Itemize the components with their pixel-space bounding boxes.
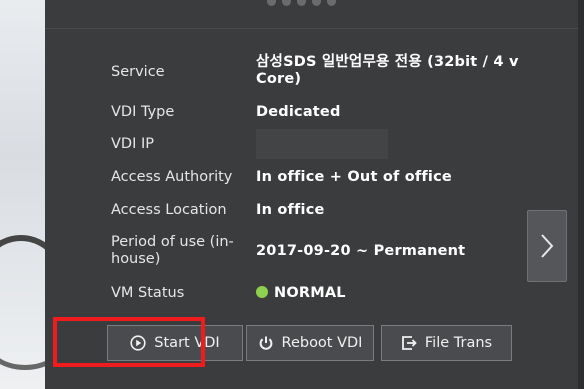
start-vdi-label: Start VDI: [154, 335, 220, 351]
service-value: 삼성SDS 일반업무용 전용 (32bit / 4 v Core): [256, 54, 519, 88]
vdi-ip-value-redacted: [256, 129, 388, 159]
chevron-right-icon: [540, 233, 554, 259]
page-indicator-dots: [267, 0, 336, 8]
file-trans-button[interactable]: File Trans: [381, 325, 512, 361]
power-icon: [258, 335, 274, 351]
row-vdi-type: VDI Type Dedicated: [111, 104, 341, 121]
next-page-button[interactable]: [527, 210, 567, 282]
page-dot[interactable]: [297, 0, 306, 6]
panel-right-border: [578, 0, 584, 389]
start-vdi-button[interactable]: Start VDI: [107, 325, 243, 361]
row-access-authority: Access Authority In office + Out of offi…: [111, 169, 452, 186]
access-location-label: Access Location: [111, 202, 227, 218]
vdi-ip-label: VDI IP: [111, 135, 154, 152]
row-access-location: Access Location In office: [111, 202, 325, 219]
access-authority-value: In office + Out of office: [256, 169, 452, 185]
service-value-line2: Core): [256, 71, 302, 87]
vdi-info-panel: Service 삼성SDS 일반업무용 전용 (32bit / 4 v Core…: [45, 0, 584, 389]
vm-status-label: VM Status: [111, 285, 185, 301]
panel-top-bar: [45, 0, 584, 29]
status-indicator-icon: [256, 286, 268, 298]
page-dot[interactable]: [312, 0, 321, 6]
file-trans-label: File Trans: [424, 335, 493, 351]
service-value-line1: 삼성SDS 일반업무용 전용 (32bit / 4 v: [256, 54, 519, 70]
reboot-vdi-label: Reboot VDI: [281, 335, 363, 351]
row-vm-status: VM Status NORMAL: [111, 285, 346, 302]
file-transfer-icon: [401, 335, 417, 351]
access-location-value: In office: [256, 202, 325, 218]
vm-status-text: NORMAL: [274, 285, 346, 301]
page-dot[interactable]: [267, 0, 276, 6]
period-label-line2: house): [111, 251, 161, 267]
row-vdi-ip: VDI IP: [111, 129, 388, 159]
period-label: Period of use (in- house): [111, 234, 256, 268]
period-value: 2017-09-20 ~ Permanent: [256, 242, 466, 259]
row-service: Service 삼성SDS 일반업무용 전용 (32bit / 4 v Core…: [111, 54, 519, 88]
service-label: Service: [111, 64, 165, 80]
access-authority-label: Access Authority: [111, 169, 233, 185]
row-period-of-use: Period of use (in- house) 2017-09-20 ~ P…: [111, 234, 465, 268]
vdi-type-value: Dedicated: [256, 104, 341, 120]
page-dot[interactable]: [282, 0, 291, 6]
page-dot[interactable]: [327, 0, 336, 6]
vm-status-value: NORMAL: [256, 285, 346, 302]
screenshot-stage: Service 삼성SDS 일반업무용 전용 (32bit / 4 v Core…: [0, 0, 584, 389]
vdi-type-label: VDI Type: [111, 104, 175, 120]
reboot-vdi-button[interactable]: Reboot VDI: [246, 325, 374, 361]
period-label-line1: Period of use (in-: [111, 234, 234, 250]
play-circle-icon: [130, 335, 146, 351]
